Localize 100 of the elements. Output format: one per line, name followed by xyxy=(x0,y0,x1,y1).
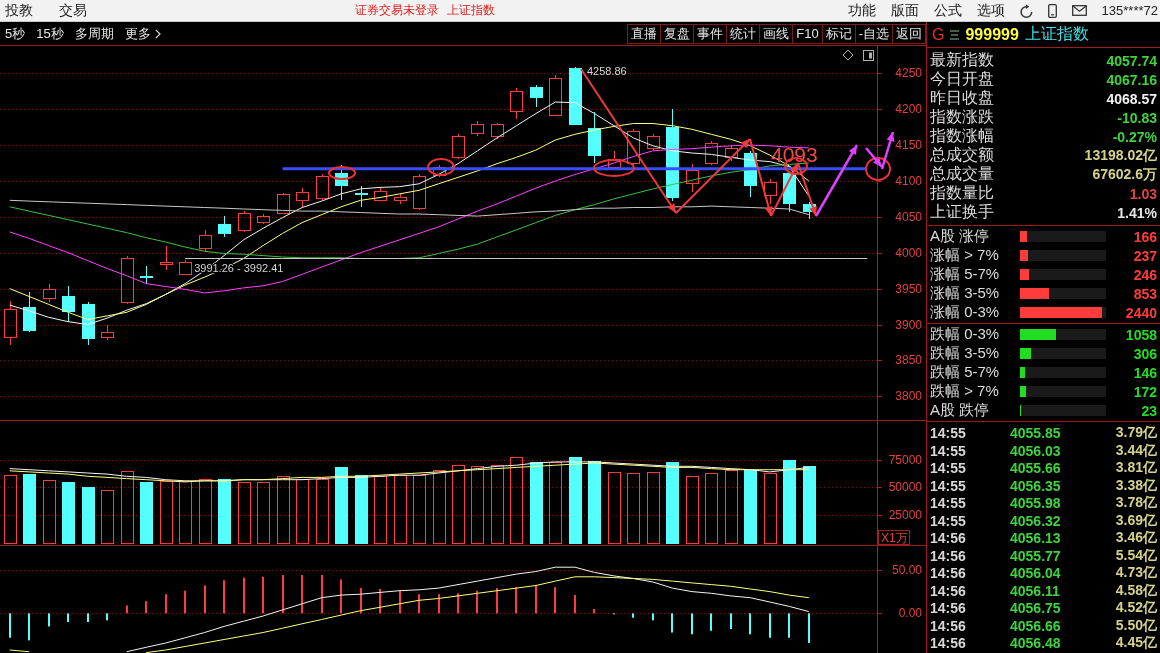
volume-bar xyxy=(23,474,36,544)
volume-bar xyxy=(238,482,251,544)
volume-bar xyxy=(140,482,153,544)
refresh-icon[interactable] xyxy=(1019,3,1033,18)
period-tab[interactable]: 15秒 xyxy=(35,24,65,43)
stock-code: 999999 xyxy=(965,25,1019,44)
candlestick xyxy=(238,210,251,233)
period-tab[interactable]: 5秒 xyxy=(4,24,27,43)
account-label[interactable]: 135****72 xyxy=(1101,3,1158,18)
price-label: 4258.86 xyxy=(586,64,627,77)
candlestick xyxy=(549,74,562,117)
volume-bar xyxy=(101,490,114,544)
volume-bar xyxy=(257,482,270,544)
breadth-count: 146 xyxy=(1132,364,1157,381)
volume-bar xyxy=(179,481,192,544)
axis-label: 25000 xyxy=(888,508,922,523)
unit-label: X1万 xyxy=(878,530,910,545)
tick-price: 4056.04 xyxy=(1010,565,1062,581)
menu-item[interactable]: 投教 xyxy=(5,1,33,20)
axis-label: 3850 xyxy=(895,353,922,368)
tick-price: 4056.35 xyxy=(1010,477,1062,494)
volume-bar xyxy=(647,472,660,544)
candlestick xyxy=(764,178,777,205)
volume-bar xyxy=(374,476,387,544)
tick-volume: 3.69亿 xyxy=(1114,511,1157,530)
candlestick xyxy=(491,122,504,140)
diamond-icon[interactable] xyxy=(842,49,854,61)
breadth-label: A股 涨停 xyxy=(930,227,991,246)
volume-bar xyxy=(316,479,329,544)
candlestick xyxy=(471,120,484,137)
breadth-label: 涨幅 0-3% xyxy=(930,303,1001,322)
breadth-label: 跌幅 0-3% xyxy=(930,325,1001,344)
period-tab[interactable]: 多周期 xyxy=(73,24,115,43)
tick-time: 14:55 xyxy=(930,477,967,494)
toolbar-button[interactable]: 复盘 xyxy=(660,23,695,44)
phone-icon[interactable] xyxy=(1047,3,1057,18)
volume-bar xyxy=(296,479,309,544)
candlestick xyxy=(374,186,387,201)
breadth-count: 246 xyxy=(1132,266,1157,283)
tick-volume: 4.58亿 xyxy=(1114,581,1157,600)
tick-volume: 3.38亿 xyxy=(1114,476,1157,495)
toolbar-button[interactable]: -自选 xyxy=(854,23,893,44)
candlestick xyxy=(627,128,640,166)
stat-value: 1.03 xyxy=(1129,185,1157,202)
volume-bar xyxy=(160,481,173,544)
tick-volume: 3.46亿 xyxy=(1114,529,1157,547)
menu-item[interactable]: 选项 xyxy=(976,1,1005,20)
menu-item[interactable]: 版面 xyxy=(890,1,919,20)
ellipse-mark xyxy=(427,158,455,176)
candlestick xyxy=(510,87,523,119)
menu-item[interactable]: 公式 xyxy=(933,1,962,20)
menu-icon[interactable] xyxy=(950,29,960,40)
tick-volume: 5.50亿 xyxy=(1114,616,1157,635)
square-icon[interactable] xyxy=(863,50,874,61)
stat-value: -0.27% xyxy=(1112,128,1157,145)
candlestick xyxy=(121,255,134,305)
candlestick xyxy=(335,164,348,201)
tick-time: 14:55 xyxy=(930,495,967,511)
tick-volume: 3.44亿 xyxy=(1114,441,1157,460)
volume-bar xyxy=(686,476,699,544)
axis-label: 4150 xyxy=(895,138,922,153)
toolbar-button[interactable]: 事件 xyxy=(693,23,728,44)
candlestick xyxy=(725,144,738,162)
candlestick xyxy=(705,140,718,166)
toolbar-button[interactable]: F10 xyxy=(792,23,823,44)
candlestick xyxy=(140,265,153,285)
menu-item[interactable]: 功能 xyxy=(847,1,876,20)
tick-price: 4055.98 xyxy=(1010,495,1062,511)
breadth-label: 跌幅 > 7% xyxy=(930,382,1000,401)
stat-value: 13198.02亿 xyxy=(1084,146,1157,165)
stat-label: 今日开盘 xyxy=(930,69,994,89)
candlestick xyxy=(82,301,95,346)
toolbar-button[interactable]: 统计 xyxy=(726,23,761,44)
candlestick xyxy=(179,259,192,275)
mail-icon[interactable] xyxy=(1071,5,1087,16)
notice-text: 证券交易未登录 xyxy=(355,2,439,19)
axis-label: 50000 xyxy=(888,480,922,495)
toolbar-button[interactable]: 标记 xyxy=(821,23,856,44)
axis-label: 4050 xyxy=(895,209,922,224)
stat-value: 67602.6万 xyxy=(1092,165,1157,184)
menu-item[interactable]: 交易 xyxy=(59,1,87,20)
candlestick xyxy=(686,163,699,193)
toolbar-button[interactable]: 直播 xyxy=(627,23,662,44)
volume-bar xyxy=(199,479,212,544)
volume-bar xyxy=(608,472,621,544)
candlestick xyxy=(316,173,329,201)
breadth-label: 跌幅 3-5% xyxy=(930,344,1001,363)
candlestick xyxy=(394,193,407,205)
candlestick xyxy=(413,174,426,211)
stat-value: -10.83 xyxy=(1117,109,1157,126)
more-button[interactable]: 更多 xyxy=(123,24,162,43)
stock-name: 上证指数 xyxy=(1024,24,1089,44)
toolbar-button[interactable]: 画线 xyxy=(759,23,794,44)
tick-volume: 5.54亿 xyxy=(1114,546,1157,565)
axis-label: 3800 xyxy=(895,389,922,404)
candlestick xyxy=(218,215,231,238)
tick-time: 14:56 xyxy=(930,617,967,634)
tick-volume: 4.73亿 xyxy=(1114,564,1157,582)
toolbar-button[interactable]: 返回 xyxy=(892,23,926,44)
stat-label: 上证换手 xyxy=(930,202,994,222)
